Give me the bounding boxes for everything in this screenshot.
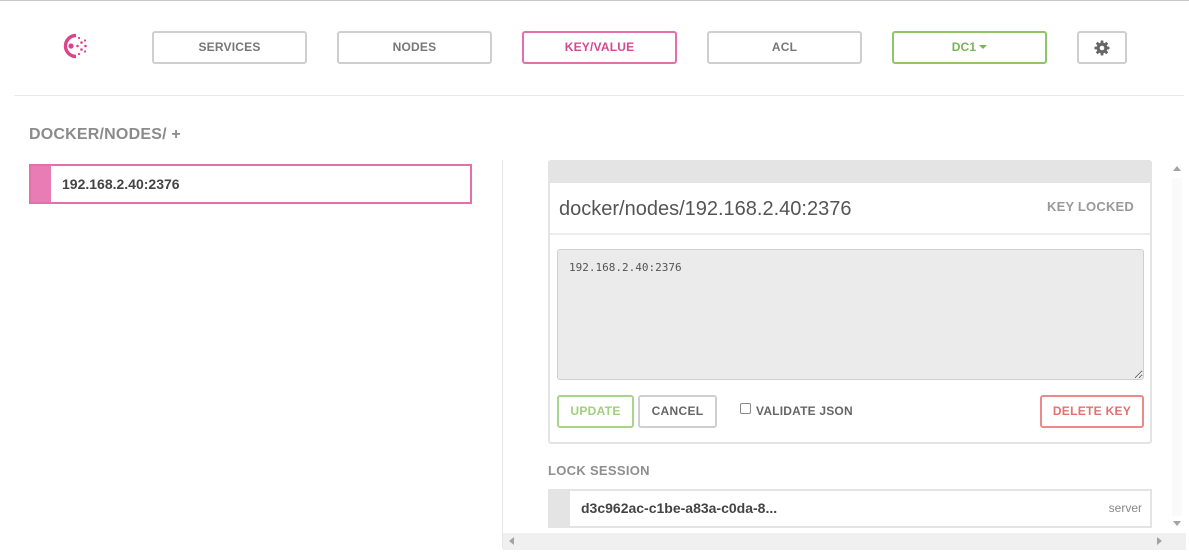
- session-id: d3c962ac-c1be-a83a-c0da-8...: [581, 500, 778, 516]
- key-list-item-label: 192.168.2.40:2376: [62, 176, 180, 192]
- breadcrumb: DOCKER/NODES/ +: [29, 126, 181, 144]
- session-node-role: server: [1108, 501, 1142, 515]
- nav-nodes-button[interactable]: NODES: [337, 31, 492, 64]
- panel-header-bar: [550, 162, 1150, 183]
- panel-divider: [550, 233, 1150, 235]
- checkbox-box[interactable]: [740, 403, 751, 414]
- datacenter-dropdown[interactable]: DC1: [892, 31, 1047, 64]
- key-locked-badge: KEY LOCKED: [1047, 199, 1134, 214]
- header-divider: [14, 95, 1184, 96]
- horizontal-scrollbar[interactable]: [503, 533, 1169, 550]
- scroll-up-icon[interactable]: [1173, 166, 1181, 171]
- validate-json-checkbox[interactable]: VALIDATE JSON: [740, 403, 853, 418]
- key-value-textarea[interactable]: 192.168.2.40:2376: [557, 249, 1144, 380]
- scroll-right-icon[interactable]: [1157, 537, 1162, 545]
- caret-down-icon: [979, 45, 988, 49]
- settings-button[interactable]: [1077, 31, 1127, 64]
- column-divider: [502, 160, 503, 548]
- cancel-button[interactable]: CANCEL: [638, 395, 717, 428]
- delete-key-button[interactable]: DELETE KEY: [1040, 395, 1144, 428]
- key-path-title: docker/nodes/192.168.2.40:2376: [559, 198, 852, 220]
- scroll-thumb[interactable]: [1172, 178, 1182, 516]
- top-border: [0, 0, 1189, 1]
- gear-icon: [1094, 40, 1110, 56]
- key-editor-panel: docker/nodes/192.168.2.40:2376 KEY LOCKE…: [548, 160, 1152, 444]
- nav-keyvalue-button[interactable]: KEY/VALUE: [522, 31, 677, 64]
- validate-json-label: VALIDATE JSON: [756, 404, 853, 418]
- update-button[interactable]: UPDATE: [557, 395, 634, 428]
- lock-session-title: LOCK SESSION: [548, 463, 650, 478]
- lock-session-item[interactable]: d3c962ac-c1be-a83a-c0da-8... server: [548, 489, 1152, 528]
- breadcrumb-path[interactable]: DOCKER/NODES/: [29, 126, 167, 143]
- selected-indicator: [31, 166, 51, 202]
- scrollbar-corner: [1169, 533, 1186, 550]
- nav-services-button[interactable]: SERVICES: [152, 31, 307, 64]
- scroll-left-icon[interactable]: [509, 537, 514, 545]
- add-key-button[interactable]: +: [171, 126, 181, 143]
- scroll-down-icon[interactable]: [1173, 521, 1181, 526]
- vertical-scrollbar[interactable]: [1168, 160, 1186, 532]
- session-indicator: [550, 491, 570, 526]
- consul-logo-icon[interactable]: [58, 32, 90, 60]
- nav-acl-button[interactable]: ACL: [707, 31, 862, 64]
- key-list-item[interactable]: 192.168.2.40:2376: [29, 164, 472, 204]
- datacenter-label: DC1: [951, 40, 977, 54]
